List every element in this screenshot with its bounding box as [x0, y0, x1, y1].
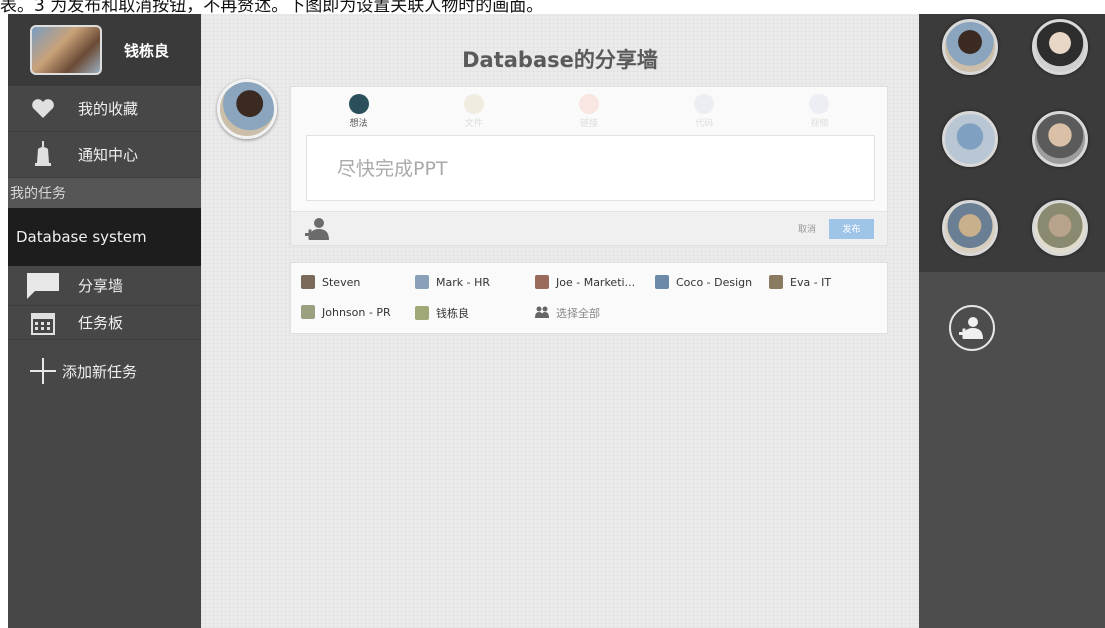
- sidebar-item-label: 通知中心: [78, 146, 139, 164]
- publish-button[interactable]: 发布: [829, 218, 874, 239]
- sidebar-item-share-wall[interactable]: 分享墙: [8, 266, 201, 306]
- tab-label: 代码: [695, 118, 714, 129]
- sidebar-item-favorites[interactable]: 我的收藏: [8, 86, 201, 132]
- avatar: [769, 275, 783, 289]
- post-input-value: 尽快完成PPT: [337, 158, 448, 180]
- tab-file[interactable]: 文件: [463, 93, 484, 129]
- contact-item[interactable]: 钱栋良: [415, 305, 469, 321]
- add-member-button[interactable]: [949, 305, 995, 351]
- user-name: 钱栋良: [124, 41, 170, 60]
- sidebar-item-label: 分享墙: [78, 277, 124, 295]
- tab-label: 想法: [349, 118, 368, 129]
- sidebar-item-add-task[interactable]: 添加新任务: [8, 340, 201, 402]
- sidebar-item-task-board[interactable]: 任务板: [8, 306, 201, 340]
- members-panel: [919, 14, 1105, 628]
- contact-name: Steven: [322, 275, 361, 289]
- avatar: [301, 305, 315, 319]
- sidebar: 钱栋良 我的收藏 通知中心 我的任务 Database system 分享墙 任…: [8, 14, 201, 628]
- contact-name: Mark - HR: [436, 275, 491, 289]
- contact-name: Eva - IT: [790, 275, 832, 289]
- tab-code[interactable]: 代码: [694, 93, 715, 129]
- post-type-tabs: 想法 文件 链接 代码 视频: [291, 87, 887, 135]
- heart-icon: [8, 98, 78, 119]
- add-person-icon: [959, 317, 983, 339]
- sidebar-item-label: 我的收藏: [78, 100, 139, 118]
- member-avatar[interactable]: [942, 19, 998, 75]
- user-profile[interactable]: 钱栋良: [8, 14, 201, 86]
- avatar: [535, 275, 549, 289]
- contact-name: 钱栋良: [436, 307, 469, 320]
- bell-icon: [8, 140, 78, 169]
- avatar: [415, 306, 429, 320]
- contact-name: Johnson - PR: [322, 305, 391, 319]
- member-avatar[interactable]: [942, 200, 998, 256]
- sidebar-item-label: 任务板: [78, 314, 124, 332]
- page-title: Database的分享墙: [462, 48, 658, 72]
- avatar: [30, 25, 102, 75]
- group-icon: [535, 306, 549, 321]
- avatar: [655, 275, 669, 289]
- section-label-my-tasks: 我的任务: [8, 178, 201, 208]
- sidebar-item-label: 添加新任务: [62, 362, 138, 381]
- link-icon: [578, 93, 599, 114]
- member-avatar[interactable]: [1032, 200, 1088, 256]
- avatar: [301, 275, 315, 289]
- sidebar-item-current-task[interactable]: Database system: [8, 208, 201, 266]
- post-input[interactable]: 尽快完成PPT: [306, 135, 875, 201]
- contact-item[interactable]: Steven: [301, 275, 360, 289]
- contact-item[interactable]: Johnson - PR: [301, 305, 391, 319]
- contact-name: 选择全部: [556, 307, 600, 320]
- main-content: Database的分享墙 想法 文件 链接 代码 视频 尽快完成PPT 取消 发…: [201, 14, 919, 628]
- contact-item[interactable]: Eva - IT: [769, 275, 831, 289]
- tab-label: 文件: [464, 118, 483, 129]
- contact-list: Steven Mark - HR Joe - Marketi... Coco -…: [290, 262, 888, 334]
- tab-link[interactable]: 链接: [578, 93, 599, 129]
- file-icon: [463, 93, 484, 114]
- avatar: [217, 79, 277, 139]
- tab-video[interactable]: 视频: [809, 93, 830, 129]
- code-icon: [694, 93, 715, 114]
- lightbulb-icon: [348, 93, 369, 114]
- sidebar-item-notifications[interactable]: 通知中心: [8, 132, 201, 178]
- tab-label: 链接: [579, 118, 598, 129]
- chat-bubble-icon: [8, 272, 78, 299]
- member-avatar[interactable]: [942, 111, 998, 167]
- select-all-button[interactable]: 选择全部: [535, 305, 600, 321]
- member-avatar[interactable]: [1032, 111, 1088, 167]
- contact-name: Coco - Design: [676, 275, 753, 289]
- contact-name: Joe - Marketi...: [556, 275, 636, 289]
- avatar: [415, 275, 429, 289]
- tab-label: 视频: [810, 118, 829, 129]
- document-caption: 表。3 为发布和取消按钮，不再赘述。下图即为设置关联人物时的画面。: [0, 0, 544, 13]
- contact-item[interactable]: Mark - HR: [415, 275, 490, 289]
- video-icon: [809, 93, 830, 114]
- contact-item[interactable]: Joe - Marketi...: [535, 275, 635, 289]
- member-avatar[interactable]: [1032, 19, 1088, 75]
- composer-footer: 取消 发布: [291, 211, 887, 245]
- calendar-icon: [8, 311, 78, 335]
- contact-item[interactable]: Coco - Design: [655, 275, 752, 289]
- tab-idea[interactable]: 想法: [348, 93, 369, 129]
- cancel-button[interactable]: 取消: [798, 222, 816, 235]
- post-composer: 想法 文件 链接 代码 视频 尽快完成PPT 取消 发布: [290, 86, 888, 246]
- add-person-icon[interactable]: [305, 216, 331, 242]
